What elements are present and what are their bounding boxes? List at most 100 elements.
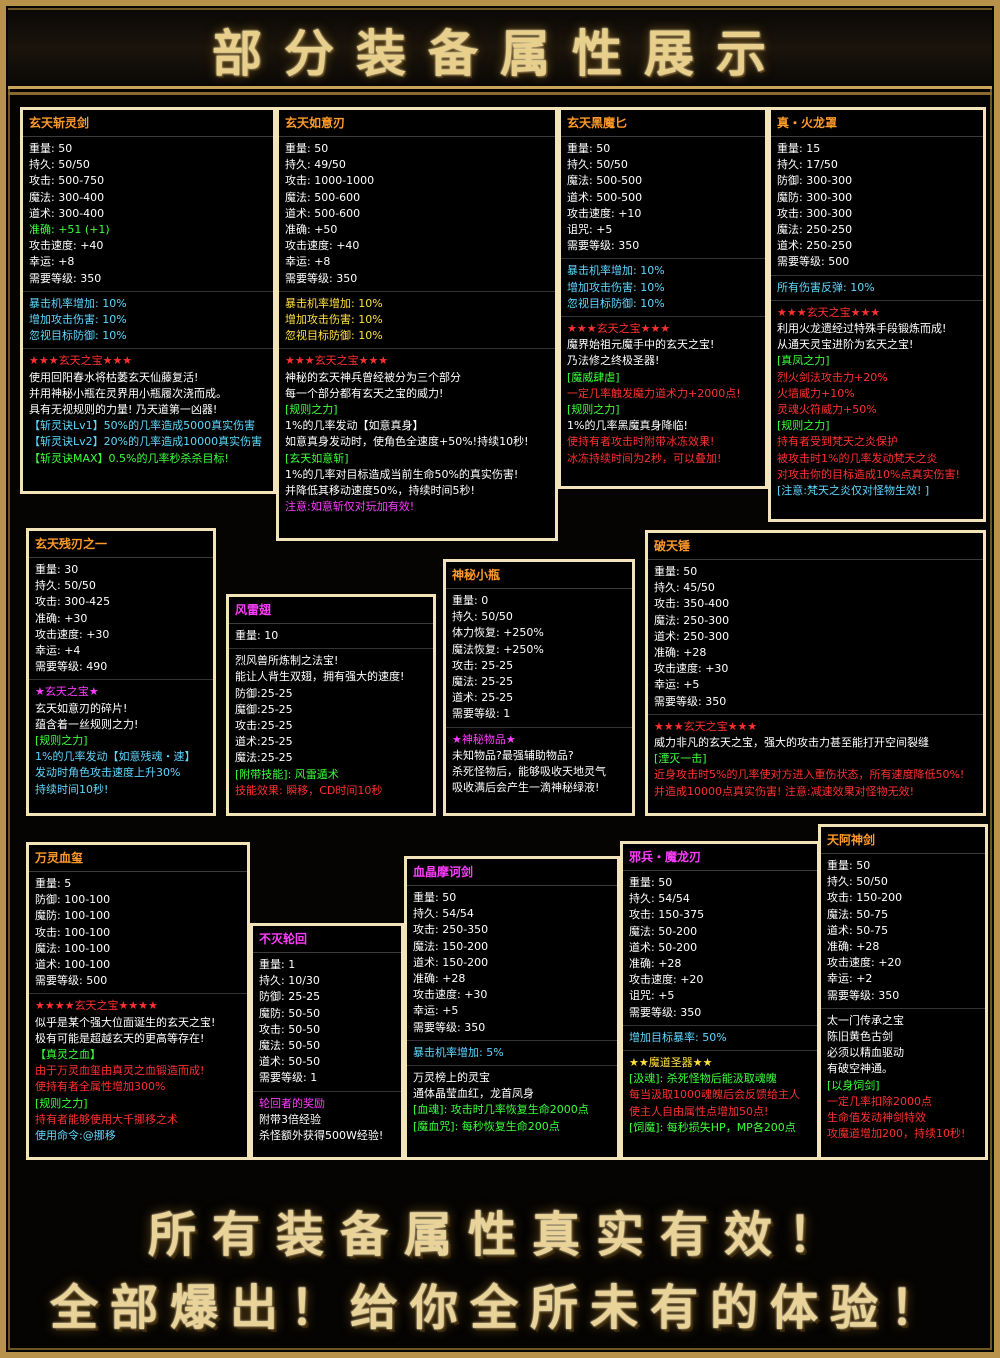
item-line: 乃法修之终极圣器! — [567, 354, 660, 368]
item-line: 道术: 50-75 — [827, 923, 889, 937]
item-line: 防御:25-25 — [235, 686, 293, 700]
equipment-card: 玄天斩灵剑 重量: 50 持久: 50/50 攻击: 500-750 魔法: 300-4… — [20, 107, 276, 494]
item-line: 魔法: 250-300 — [654, 613, 730, 627]
item-line: 增加攻击伤害: 10% — [285, 313, 383, 327]
item-line: 万灵榜上的灵宝 — [413, 1071, 490, 1085]
item-name: 邪兵・魔龙刃 — [623, 844, 817, 871]
item-line: 重量: 50 — [827, 859, 871, 872]
item-section: ★★★玄天之宝★★★ 利用火龙遗经过特殊手段锻炼而成! 从通天灵宝进阶为玄天之宝! [… — [771, 301, 983, 503]
item-line: 道术: 100-100 — [35, 958, 111, 972]
item-line: 神秘的玄天神兵曾经被分为三个部分 — [285, 370, 461, 384]
item-line: 魔御:25-25 — [235, 702, 293, 716]
item-line: 1%的几率对目标造成当前生命50%的真实伤害! — [285, 467, 519, 481]
item-line: 重量: 10 — [235, 629, 279, 642]
item-line: 魔防: 100-100 — [35, 909, 111, 923]
item-section: 重量: 15 持久: 17/50 防御: 300-300 魔防: 300-300 攻击:… — [771, 137, 983, 276]
item-name: 真・火龙罩 — [771, 110, 983, 137]
item-line: 幸运: +4 — [35, 644, 81, 658]
equipment-card: 真・火龙罩 重量: 15 持久: 17/50 防御: 300-300 魔防: 300-3… — [768, 107, 986, 522]
item-line: 需要等级: 350 — [827, 988, 900, 1002]
item-section: ★玄天之宝★ 玄天如意刃的碎片! 蕴含着一丝规则之力! [规则之力] 1%的几率发动【如… — [29, 680, 213, 801]
item-line: 每一个部分都有玄天之宝的威力! — [285, 386, 444, 400]
item-line: 攻击速度: +40 — [29, 239, 104, 253]
item-line: 魔界始祖元魔手中的玄天之宝! — [567, 338, 715, 352]
item-line: 需要等级: 490 — [35, 660, 108, 674]
item-section: 重量: 1 持久: 10/30 防御: 25-25 魔防: 50-50 攻击: 50-5… — [253, 953, 401, 1092]
item-line: 准确: +51 (+1) — [29, 223, 110, 237]
equipment-card: 不灭轮回 重量: 1 持久: 10/30 防御: 25-25 魔防: 50-50 攻击: … — [250, 923, 404, 1160]
item-line: 准确: +28 — [413, 972, 466, 986]
item-line: 使用回阳春水将枯萎玄天仙藤复活! — [29, 370, 199, 384]
item-line: 攻击: 300-300 — [777, 206, 853, 220]
item-line: 重量: 0 — [452, 594, 489, 607]
item-line: 攻击:25-25 — [235, 719, 293, 733]
item-line: 使主人自由属性点增加50点! — [629, 1104, 769, 1118]
item-section: 重量: 50 持久: 49/50 攻击: 1000-1000 魔法: 500-600 道… — [279, 137, 555, 292]
item-line: 需要等级: 500 — [35, 974, 108, 988]
item-line: 并降低其移动速度50%，持续时间5秒! — [285, 484, 475, 498]
item-name: 不灭轮回 — [253, 926, 401, 953]
item-line: [魔血咒]: 每秒恢复生命200点 — [413, 1119, 560, 1133]
item-section: 重量: 50 持久: 50/50 攻击: 150-200 魔法: 50-75 道术: 5… — [821, 854, 985, 1009]
equipment-card: 万灵血玺 重量: 5 防御: 100-100 魔防: 100-100 攻击: 100-1… — [26, 842, 250, 1160]
item-line: 攻击: 25-25 — [452, 658, 514, 672]
item-line: [玄天如意斩] — [285, 451, 349, 465]
item-section: 重量: 50 持久: 54/54 攻击: 150-375 魔法: 50-200 道术: … — [623, 871, 817, 1026]
item-line: 重量: 50 — [413, 891, 457, 904]
item-line: [以身饲剑] — [827, 1078, 880, 1092]
item-line: 道术: 250-300 — [654, 629, 730, 643]
item-line: 所有伤害反弹: 10% — [777, 280, 875, 294]
item-line: 攻击速度: +20 — [827, 956, 902, 970]
item-section: ★★★玄天之宝★★★ 魔界始祖元魔手中的玄天之宝! 乃法修之终极圣器! [魔威肆虐] 一… — [561, 317, 765, 471]
slogan-line-2: 全部爆出！给你全所未有的体验！ — [49, 1280, 950, 1336]
item-line: 攻击: 150-200 — [827, 891, 903, 905]
equipment-card: 玄天残刃之一 重量: 30 持久: 50/50 攻击: 300-425 准确: +30 攻… — [26, 528, 216, 816]
item-section: 暴击机率增加: 10% 增加攻击伤害: 10% 忽视目标防御: 10% — [561, 259, 765, 318]
item-line: 魔法: 100-100 — [35, 941, 111, 955]
item-line: 附带3倍经验 — [259, 1112, 321, 1126]
item-line: 极有可能是超越玄天的更高等存在! — [35, 1031, 205, 1045]
item-line: 魔法: 50-200 — [629, 924, 698, 938]
item-line: 重量: 50 — [567, 142, 611, 155]
item-section: 万灵榜上的灵宝 通体晶莹血红，龙首凤身 [血魂]: 攻击时几率恢复生命2000点 [魔… — [407, 1066, 617, 1139]
item-line: [汲魂]: 杀死怪物后能汲取魂魄 — [629, 1072, 777, 1086]
item-name: 玄天残刃之一 — [29, 531, 213, 558]
item-section: 太一门传承之宝 陈旧黄色古剑 必须以精血驱动 有破空神通。 [以身饲剑] 一定几率扣除20… — [821, 1009, 985, 1147]
item-line: 具有无视规则的力量! 乃天道第一凶器! — [29, 403, 218, 417]
item-line: 道术: 500-500 — [567, 190, 643, 204]
item-section: ★★★玄天之宝★★★ 使用回阳春水将枯萎玄天仙藤复活! 并用神秘小瓶在灵界用小瓶履次… — [23, 349, 273, 470]
item-line: 幸运: +8 — [285, 255, 331, 269]
item-line: 暴击机率增加: 10% — [285, 296, 383, 310]
item-line: 如意真身发动时，使角色全速度+50%!持续10秒! — [285, 435, 529, 449]
item-line: 诅咒: +5 — [567, 223, 613, 237]
item-line: 【斩灵诀Lv1】50%的几率造成5000真实伤害 — [29, 419, 256, 433]
item-line: 攻击: 150-375 — [629, 908, 705, 922]
item-line: 重量: 50 — [654, 565, 698, 578]
item-section: 重量: 10 — [229, 624, 433, 650]
item-section: ★★★★玄天之宝★★★★ 似乎是某个强大位面诞生的玄天之宝! 极有可能是超越玄天的更… — [29, 994, 247, 1148]
item-line: 由于万灵血玺由真灵之血锻造而成! — [35, 1064, 205, 1078]
item-line: 体力恢复: +250% — [452, 626, 544, 640]
item-line: 魔法: 50-75 — [827, 907, 889, 921]
item-section: 重量: 50 持久: 50/50 攻击: 500-750 魔法: 300-400 道术:… — [23, 137, 273, 292]
item-line: ★神秘物品★ — [452, 732, 516, 746]
item-line: 一定几率扣除2000点 — [827, 1094, 932, 1108]
item-line: 【斩灵诀Lv2】20%的几率造成10000真实伤害 — [29, 435, 263, 449]
item-line: 幸运: +5 — [413, 1004, 459, 1018]
item-line: 生命值发动神剑特效 — [827, 1111, 926, 1125]
item-line: 火墙威力+10% — [777, 386, 855, 400]
item-line: 攻击: 50-50 — [259, 1022, 321, 1036]
equipment-card: 玄天黑魔匕 重量: 50 持久: 50/50 魔法: 500-500 道术: 500-5… — [558, 107, 768, 489]
item-line: 需要等级: 350 — [285, 271, 358, 285]
item-line: 道术: 50-50 — [259, 1055, 321, 1069]
item-line: 攻魔道增加200，持续10秒! — [827, 1127, 966, 1141]
item-line: 魔防: 300-300 — [777, 190, 853, 204]
item-line: 持有者受到梵天之炎保护 — [777, 435, 898, 449]
item-line: 攻击速度: +30 — [654, 662, 729, 676]
item-line: 攻击速度: +20 — [629, 973, 704, 987]
item-line: 重量: 50 — [285, 142, 329, 155]
item-line: 1%的几率黑魔真身降临! — [567, 419, 688, 433]
item-name: 玄天如意刃 — [279, 110, 555, 137]
item-line: 需要等级: 350 — [413, 1020, 486, 1034]
item-section: ★★魔道圣器★★ [汲魂]: 杀死怪物后能汲取魂魄 每当汲取1000魂魄后会反馈给主… — [623, 1051, 817, 1140]
